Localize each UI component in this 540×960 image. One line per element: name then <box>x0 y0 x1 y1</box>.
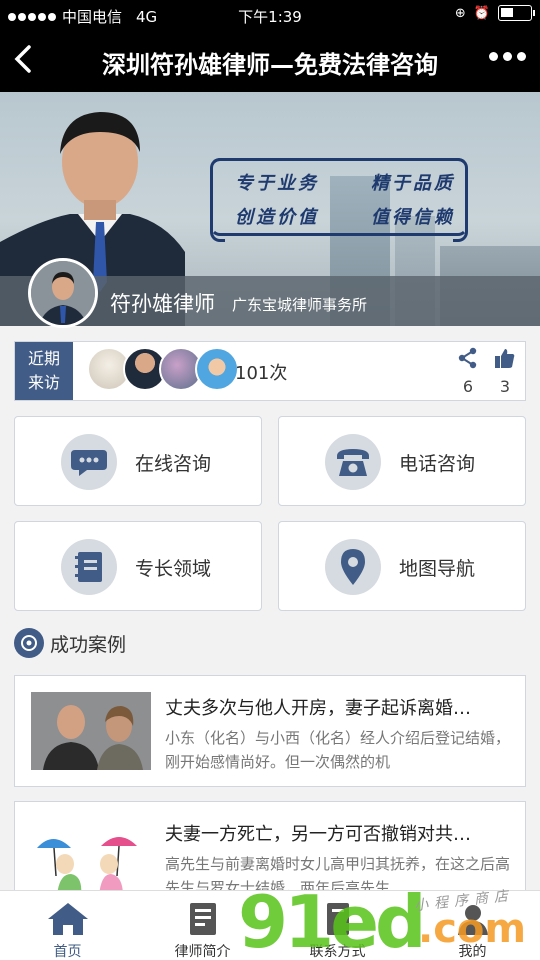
avatar-person-icon <box>31 261 95 325</box>
like-count: 3 <box>499 377 511 396</box>
slogan-row: 创造价值 值得信赖 <box>235 203 455 229</box>
notebook-icon <box>61 539 117 595</box>
online-consult-card[interactable]: 在线咨询 <box>14 416 262 506</box>
status-right: ⊕ ⏰ <box>454 5 535 21</box>
case-thumbnail <box>31 818 151 896</box>
slogan-text: 精于品质 <box>371 173 455 194</box>
visit-count: 101次 <box>235 363 288 384</box>
card-label: 专长领域 <box>135 558 212 580</box>
case-title: 夫妻一方死亡，另一方可否撤销对共… <box>165 824 471 845</box>
case-thumbnail <box>31 692 151 770</box>
lock-rotation-icon: ⊕ <box>454 5 466 21</box>
nav-bar: 深圳符孙雄律师—免费法律咨询 <box>0 30 540 92</box>
tab-mine[interactable]: 我的 <box>405 891 540 960</box>
recent-visitors-bar: 近期 来访 101次 6 3 <box>14 341 526 401</box>
tab-label: 联系方式 <box>309 944 366 960</box>
visitor-avatars <box>87 347 239 391</box>
case-description: 小东（化名）与小西（化名）经人介绍后登记结婚，刚开始感情尚好。但一次偶然的机 <box>165 729 511 771</box>
tab-label: 首页 <box>53 944 82 960</box>
label-line: 近期 <box>27 349 60 368</box>
map-navigation-card[interactable]: 地图导航 <box>278 521 526 611</box>
badge-icon <box>14 628 44 658</box>
slogan-text: 专于业务 <box>235 173 319 194</box>
recent-visitors-label: 近期 来访 <box>15 342 73 400</box>
case-title: 丈夫多次与他人开房，妻子起诉离婚… <box>165 698 471 719</box>
phone-consult-card[interactable]: 电话咨询 <box>278 416 526 506</box>
tab-label: 律师简介 <box>174 944 231 960</box>
section-title: 成功案例 <box>50 633 127 656</box>
avatar-image <box>31 261 95 325</box>
tab-contact[interactable]: 联系方式 <box>270 891 405 960</box>
visitor-avatar[interactable] <box>195 347 239 391</box>
bottom-tab-bar: 首页 律师简介 联系方式 我的 <box>0 890 540 960</box>
label-line: 来访 <box>27 373 60 392</box>
alarm-icon: ⏰ <box>473 5 490 21</box>
more-button[interactable] <box>489 52 526 61</box>
slogan-text: 创造价值 <box>235 207 319 228</box>
thumbs-up-icon <box>495 349 515 368</box>
card-label: 地图导航 <box>399 558 476 580</box>
expertise-card[interactable]: 专长领域 <box>14 521 262 611</box>
success-cases-heading: 成功案例 <box>14 628 126 658</box>
page-title: 深圳符孙雄律师—免费法律咨询 <box>102 51 438 79</box>
tab-lawyer-profile[interactable]: 律师简介 <box>135 891 270 960</box>
contact-book-icon <box>326 903 349 935</box>
card-label: 在线咨询 <box>135 453 212 475</box>
like-button[interactable]: 3 <box>490 347 520 396</box>
tab-label: 我的 <box>458 944 487 960</box>
card-label: 电话咨询 <box>399 453 476 475</box>
chat-icon <box>61 434 117 490</box>
share-button[interactable]: 6 <box>453 347 483 396</box>
battery-icon <box>498 5 535 21</box>
slogan-frame: 专于业务 精于品质 创造价值 值得信赖 <box>210 158 468 242</box>
slogan-text: 值得信赖 <box>371 207 455 228</box>
home-icon <box>47 903 88 935</box>
case-item[interactable]: 丈夫多次与他人开房，妻子起诉离婚… 小东（化名）与小西（化名）经人介绍后登记结婚… <box>14 675 526 787</box>
firm-name: 广东宝城律师事务所 <box>232 296 368 314</box>
profile-document-icon <box>189 903 216 935</box>
telephone-icon <box>325 434 381 490</box>
share-icon <box>458 347 477 369</box>
map-pin-icon <box>325 539 381 595</box>
slogan-row: 专于业务 精于品质 <box>235 169 455 195</box>
lawyer-avatar[interactable] <box>28 258 98 328</box>
status-bar: 中国电信 4G 下午1:39 ⊕ ⏰ <box>0 0 540 30</box>
lawyer-name: 符孙雄律师 <box>110 292 215 316</box>
tab-home[interactable]: 首页 <box>0 891 135 960</box>
user-icon <box>457 905 488 935</box>
share-count: 6 <box>462 377 474 396</box>
